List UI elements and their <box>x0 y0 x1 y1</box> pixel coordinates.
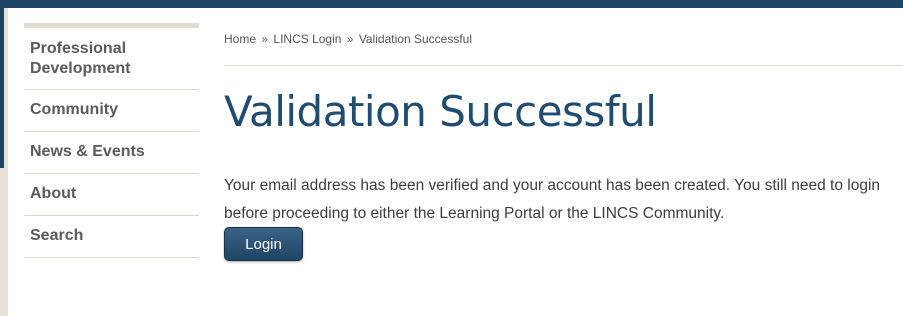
breadcrumb-current: Validation Successful <box>358 32 472 46</box>
sidebar-item-community[interactable]: Community <box>24 90 199 132</box>
sidebar-item-professional-development[interactable]: Professional Development <box>24 28 199 90</box>
divider <box>224 65 903 66</box>
breadcrumb-lincs-login-link[interactable]: LINCS Login <box>273 32 341 46</box>
sidebar-item-search[interactable]: Search <box>24 216 199 258</box>
confirmation-message: Your email address has been verified and… <box>224 176 881 222</box>
breadcrumb-separator: » <box>346 32 354 46</box>
page-title: Validation Successful <box>224 87 657 136</box>
breadcrumb: Home » LINCS Login » Validation Successf… <box>224 32 472 46</box>
login-button[interactable]: Login <box>224 227 303 261</box>
breadcrumb-separator: » <box>261 32 269 46</box>
sidebar-item-about[interactable]: About <box>24 174 199 216</box>
sidebar-item-news-events[interactable]: News & Events <box>24 132 199 174</box>
left-edge-accent <box>0 8 4 168</box>
breadcrumb-home-link[interactable]: Home <box>224 32 256 46</box>
sidebar-nav: Professional Development Community News … <box>24 23 199 258</box>
top-bar <box>0 0 903 8</box>
